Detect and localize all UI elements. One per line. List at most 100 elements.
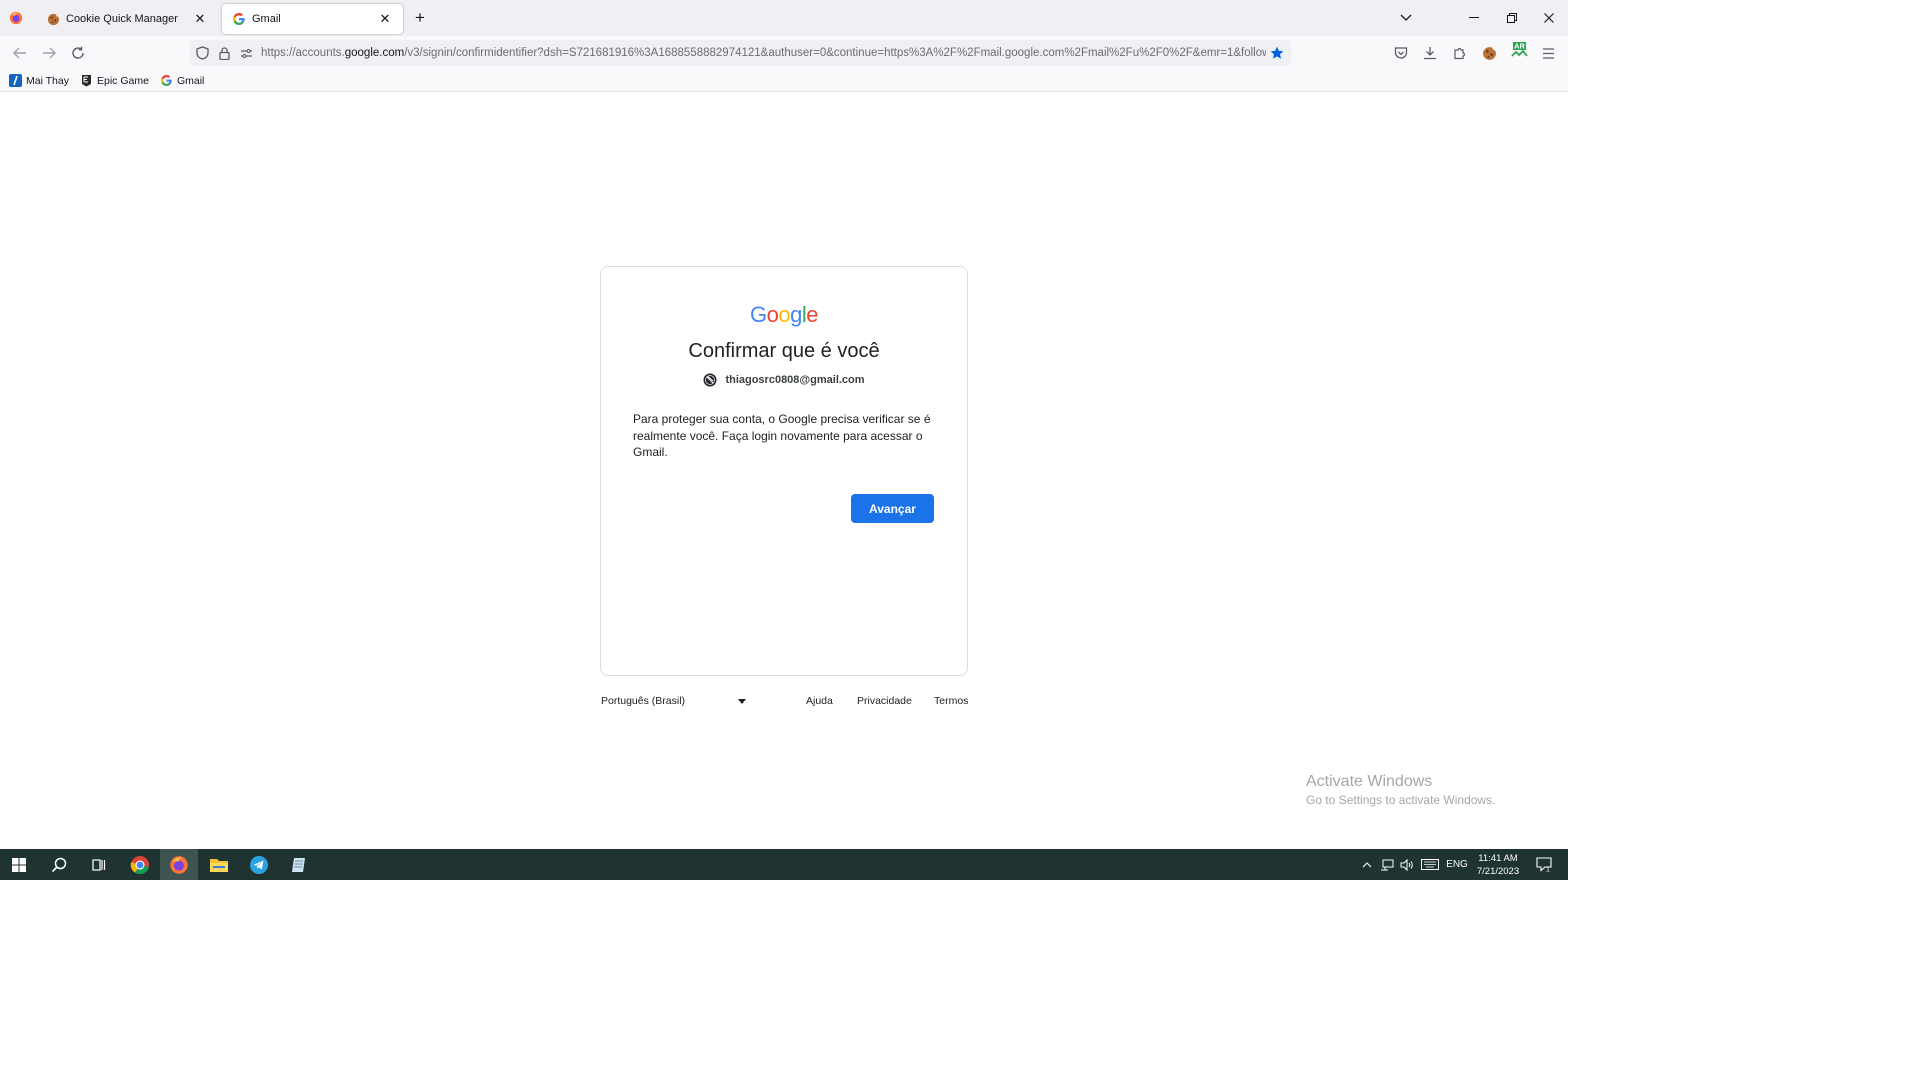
chevron-up-icon xyxy=(1362,861,1372,867)
firefox-view-button[interactable] xyxy=(0,0,32,36)
start-button[interactable] xyxy=(0,849,38,880)
tab-cookie-quick-manager[interactable]: Cookie Quick Manager ✕ xyxy=(36,4,218,34)
keyboard-icon xyxy=(1421,859,1439,870)
close-window-button[interactable] xyxy=(1530,0,1568,36)
taskbar-telegram[interactable] xyxy=(240,849,278,880)
ar-extension-button[interactable]: AR xyxy=(1508,39,1530,61)
chevron-down-icon xyxy=(1400,14,1412,21)
cookie-icon xyxy=(1482,45,1497,60)
minimize-button[interactable] xyxy=(1455,0,1493,36)
tab-title: Gmail xyxy=(252,13,281,25)
reload-icon xyxy=(72,46,84,59)
google-g-icon xyxy=(232,12,246,26)
downloads-button[interactable] xyxy=(1419,42,1441,64)
pocket-button[interactable] xyxy=(1390,42,1412,64)
logo-letter: G xyxy=(749,302,767,327)
terms-link[interactable]: Termos xyxy=(934,695,968,707)
task-view-icon xyxy=(92,858,106,871)
bookmark-gmail[interactable]: Gmail xyxy=(160,74,204,87)
firefox-icon xyxy=(9,11,23,25)
show-hidden-icons-button[interactable] xyxy=(1359,849,1375,880)
activate-windows-watermark: Activate Windows Go to Settings to activ… xyxy=(1306,773,1495,807)
reload-button[interactable] xyxy=(66,41,90,65)
notification-count: 1 xyxy=(1546,867,1550,873)
notepad-icon xyxy=(292,857,305,872)
navigation-toolbar: https://accounts.google.com/v3/signin/co… xyxy=(0,36,1568,70)
tab-title: Cookie Quick Manager xyxy=(66,13,178,25)
network-icon xyxy=(1381,859,1394,870)
chrome-icon xyxy=(130,855,149,874)
speaker-icon xyxy=(1400,858,1413,871)
list-all-tabs-button[interactable] xyxy=(1387,0,1425,36)
tab-gmail[interactable]: Gmail ✕ xyxy=(222,4,403,34)
avatar-icon xyxy=(703,373,717,387)
watermark-title: Activate Windows xyxy=(1306,773,1433,790)
back-button[interactable] xyxy=(8,41,32,65)
avatar xyxy=(703,373,717,387)
close-tab-icon[interactable]: ✕ xyxy=(377,11,393,27)
restore-button[interactable] xyxy=(1493,0,1531,36)
puzzle-icon xyxy=(1454,47,1466,60)
taskbar-firefox[interactable] xyxy=(160,849,198,880)
logo-letter: g xyxy=(790,302,802,327)
app-menu-button[interactable] xyxy=(1537,42,1559,64)
windows-logo-icon xyxy=(12,857,26,872)
close-tab-icon[interactable]: ✕ xyxy=(192,11,208,27)
language-select[interactable]: Português (Brasil) xyxy=(601,692,751,710)
caret-down-icon xyxy=(738,699,746,704)
folder-icon xyxy=(210,858,228,872)
task-view-button[interactable] xyxy=(79,849,117,880)
touch-keyboard-button[interactable] xyxy=(1419,849,1441,880)
ar-extension-icon: AR xyxy=(1511,42,1528,57)
permissions-icon[interactable] xyxy=(235,42,257,64)
restore-icon xyxy=(1507,13,1517,23)
language-label: Português (Brasil) xyxy=(601,695,686,707)
action-center-button[interactable]: 1 xyxy=(1532,849,1556,880)
network-button[interactable] xyxy=(1378,849,1396,880)
clock-date: 7/21/2023 xyxy=(1476,866,1520,877)
forward-button[interactable] xyxy=(37,41,61,65)
url-text[interactable]: https://accounts.google.com/v3/signin/co… xyxy=(261,47,1266,59)
new-tab-button[interactable]: + xyxy=(410,8,430,28)
search-icon xyxy=(51,857,67,872)
page-title: Confirmar que é você xyxy=(688,340,880,362)
volume-button[interactable] xyxy=(1398,849,1416,880)
bookmark-label: Gmail xyxy=(176,74,205,87)
address-bar[interactable]: https://accounts.google.com/v3/signin/co… xyxy=(190,40,1291,66)
cookie-icon xyxy=(46,12,60,26)
epic-games-icon xyxy=(80,74,93,87)
google-g-icon xyxy=(160,74,173,87)
minimize-icon xyxy=(1469,17,1479,18)
logo-letter: o xyxy=(778,302,791,327)
bookmark-label: Epic Game xyxy=(97,74,149,87)
logo-letter: o xyxy=(766,302,779,327)
cookie-quick-manager-button[interactable] xyxy=(1478,42,1500,64)
privacy-link[interactable]: Privacidade xyxy=(857,695,912,707)
taskbar-file-explorer[interactable] xyxy=(200,849,238,880)
windows-taskbar: ENG 11:41 AM 7/21/2023 1 xyxy=(0,849,1568,880)
notification-icon: 1 xyxy=(1536,857,1552,872)
account-chip[interactable]: thiagosrc0808@gmail.com xyxy=(600,370,968,390)
arrow-right-icon xyxy=(43,47,56,59)
url-host: google.com xyxy=(344,47,405,59)
pocket-icon xyxy=(1394,46,1408,59)
bookmark-label: Mai Thay xyxy=(26,74,69,87)
close-icon xyxy=(1544,13,1554,23)
clock[interactable]: 11:41 AM 7/21/2023 xyxy=(1472,852,1524,878)
bookmark-mai-thay[interactable]: Mai Thay xyxy=(9,74,69,87)
lock-icon[interactable] xyxy=(213,42,235,64)
account-email: thiagosrc0808@gmail.com xyxy=(725,374,865,386)
next-button[interactable]: Avançar xyxy=(851,494,934,523)
url-path: /v3/signin/confirmidentifier?dsh=S721681… xyxy=(404,47,1266,59)
help-link[interactable]: Ajuda xyxy=(806,695,833,707)
bookmark-epic-game[interactable]: Epic Game xyxy=(80,74,149,87)
verification-message: Para proteger sua conta, o Google precis… xyxy=(633,412,931,459)
tracking-protection-icon[interactable] xyxy=(191,42,213,64)
bookmark-star-icon[interactable] xyxy=(1266,42,1288,64)
search-button[interactable] xyxy=(40,849,78,880)
telegram-icon xyxy=(250,855,268,874)
extensions-button[interactable] xyxy=(1449,42,1471,64)
taskbar-app[interactable] xyxy=(280,849,318,880)
taskbar-chrome[interactable] xyxy=(121,849,159,880)
input-language[interactable]: ENG xyxy=(1444,849,1470,880)
